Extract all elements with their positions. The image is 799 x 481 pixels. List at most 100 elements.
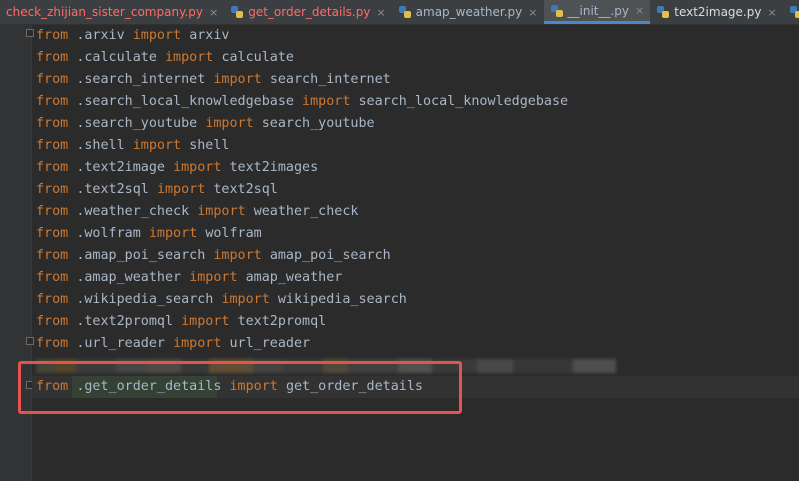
module-path: .amap_weather [76,270,182,285]
fold-end-icon[interactable] [26,337,34,345]
imported-name: search_youtube [261,116,375,131]
module-path: .search_internet [76,72,206,87]
keyword-from: from [36,138,69,153]
code-line[interactable]: from .search_youtube import search_youtu… [36,113,375,135]
python-file-icon [657,6,670,18]
red-annotation-box [18,361,462,414]
module-path: .shell [76,138,125,153]
imported-name: text2sql [213,182,278,197]
ide-window: check_zhijian_sister_company.py × get_orde… [0,0,799,481]
module-path: .wolfram [76,226,141,241]
code-line[interactable]: from .text2sql import text2sql [36,179,278,201]
keyword-import: import [302,94,351,109]
keyword-import: import [173,160,222,175]
module-path: .text2image [76,160,165,175]
module-path: .text2sql [76,182,149,197]
python-file-icon [550,4,563,17]
keyword-import: import [132,138,182,153]
module-path: .search_local_knowledgebase [76,94,294,109]
code-line[interactable]: from .search_local_knowledgebase import … [36,91,568,113]
imported-name: weather_check [253,204,359,219]
module-path: .arxiv [76,28,125,43]
tab-label: __init__.py [567,3,630,18]
keyword-import: import [213,248,262,263]
code-line[interactable]: from .shell import shell [36,135,230,157]
code-line[interactable]: from .amap_weather import amap_weather [36,267,342,289]
imported-name: wikipedia_search [277,292,407,307]
module-path: .url_reader [76,336,165,351]
keyword-from: from [36,270,69,285]
keyword-import: import [189,270,238,285]
keyword-from: from [36,292,69,307]
keyword-import: import [156,182,206,197]
fold-start-icon[interactable] [26,29,34,37]
keyword-from: from [36,204,69,219]
keyword-from: from [36,50,69,65]
imported-name: amap_poi_search [269,248,391,263]
tab-2[interactable]: amap_weather.py × [392,0,544,24]
python-file-icon [231,6,244,18]
module-path: .amap_poi_search [76,248,206,263]
keyword-from: from [36,314,69,329]
imported-name: search_internet [269,72,391,87]
tab-close-icon[interactable]: × [528,6,537,19]
tab-close-icon[interactable]: × [209,6,218,19]
code-line[interactable]: from .text2promql import text2promql [36,311,326,333]
tab-close-icon[interactable]: × [376,6,385,19]
keyword-import: import [197,204,246,219]
imported-name: text2promql [237,314,327,329]
code-line[interactable]: from .calculate import calculate [36,47,294,69]
tab-3[interactable]: __init__.py × [543,0,651,24]
keyword-import: import [165,50,214,65]
module-path: .weather_check [76,204,190,219]
imported-name: wolfram [205,226,262,241]
code-line[interactable]: from .url_reader import url_reader [36,333,310,355]
keyword-from: from [36,94,69,109]
keyword-from: from [36,28,69,43]
tab-label: check_zhijian_sister_company.py [6,5,203,19]
imported-name: url_reader [229,336,311,351]
tab-label: text2image.py [674,5,762,19]
keyword-from: from [36,72,69,87]
keyword-import: import [173,336,222,351]
keyword-import: import [205,116,254,131]
keyword-from: from [36,160,69,175]
code-line[interactable]: from .wikipedia_search import wikipedia_… [36,289,407,311]
keyword-import: import [181,314,230,329]
python-file-icon [789,6,799,18]
imported-name: calculate [221,50,294,65]
tab-0[interactable]: check_zhijian_sister_company.py × [0,0,224,24]
keyword-import: import [213,72,262,87]
tab-close-icon[interactable]: × [767,6,776,19]
tab-label: amap_weather.py [415,5,523,19]
imported-name: shell [189,138,230,153]
imported-name: text2images [229,160,319,175]
code-line[interactable]: from .text2image import text2images [36,157,318,179]
tab-4[interactable]: text2image.py × [650,0,782,24]
module-path: .wikipedia_search [76,292,214,307]
keyword-import: import [148,226,198,241]
keyword-from: from [36,182,69,197]
module-path: .calculate [76,50,157,65]
imported-name: amap_weather [245,270,343,285]
keyword-from: from [36,248,69,263]
editor-tab-bar: check_zhijian_sister_company.py × get_orde… [0,0,799,25]
python-file-icon [398,6,411,18]
code-line[interactable]: from .arxiv import arxiv [36,25,230,47]
code-line[interactable]: from .weather_check import weather_check [36,201,359,223]
keyword-from: from [36,226,69,241]
tab-label: get_order_details.py [248,5,371,19]
tab-5[interactable]: ar [783,0,799,24]
keyword-from: from [36,116,69,131]
code-line[interactable]: from .search_internet import search_inte… [36,69,391,91]
keyword-import: import [221,292,270,307]
code-line[interactable]: from .wolfram import wolfram [36,223,262,245]
module-path: .text2promql [76,314,174,329]
code-line[interactable]: from .amap_poi_search import amap_poi_se… [36,245,391,267]
tab-close-icon[interactable]: × [635,4,644,17]
imported-name: search_local_knowledgebase [358,94,569,109]
keyword-import: import [132,28,182,43]
tab-1[interactable]: get_order_details.py × [224,0,391,24]
imported-name: arxiv [189,28,230,43]
keyword-from: from [36,336,69,351]
